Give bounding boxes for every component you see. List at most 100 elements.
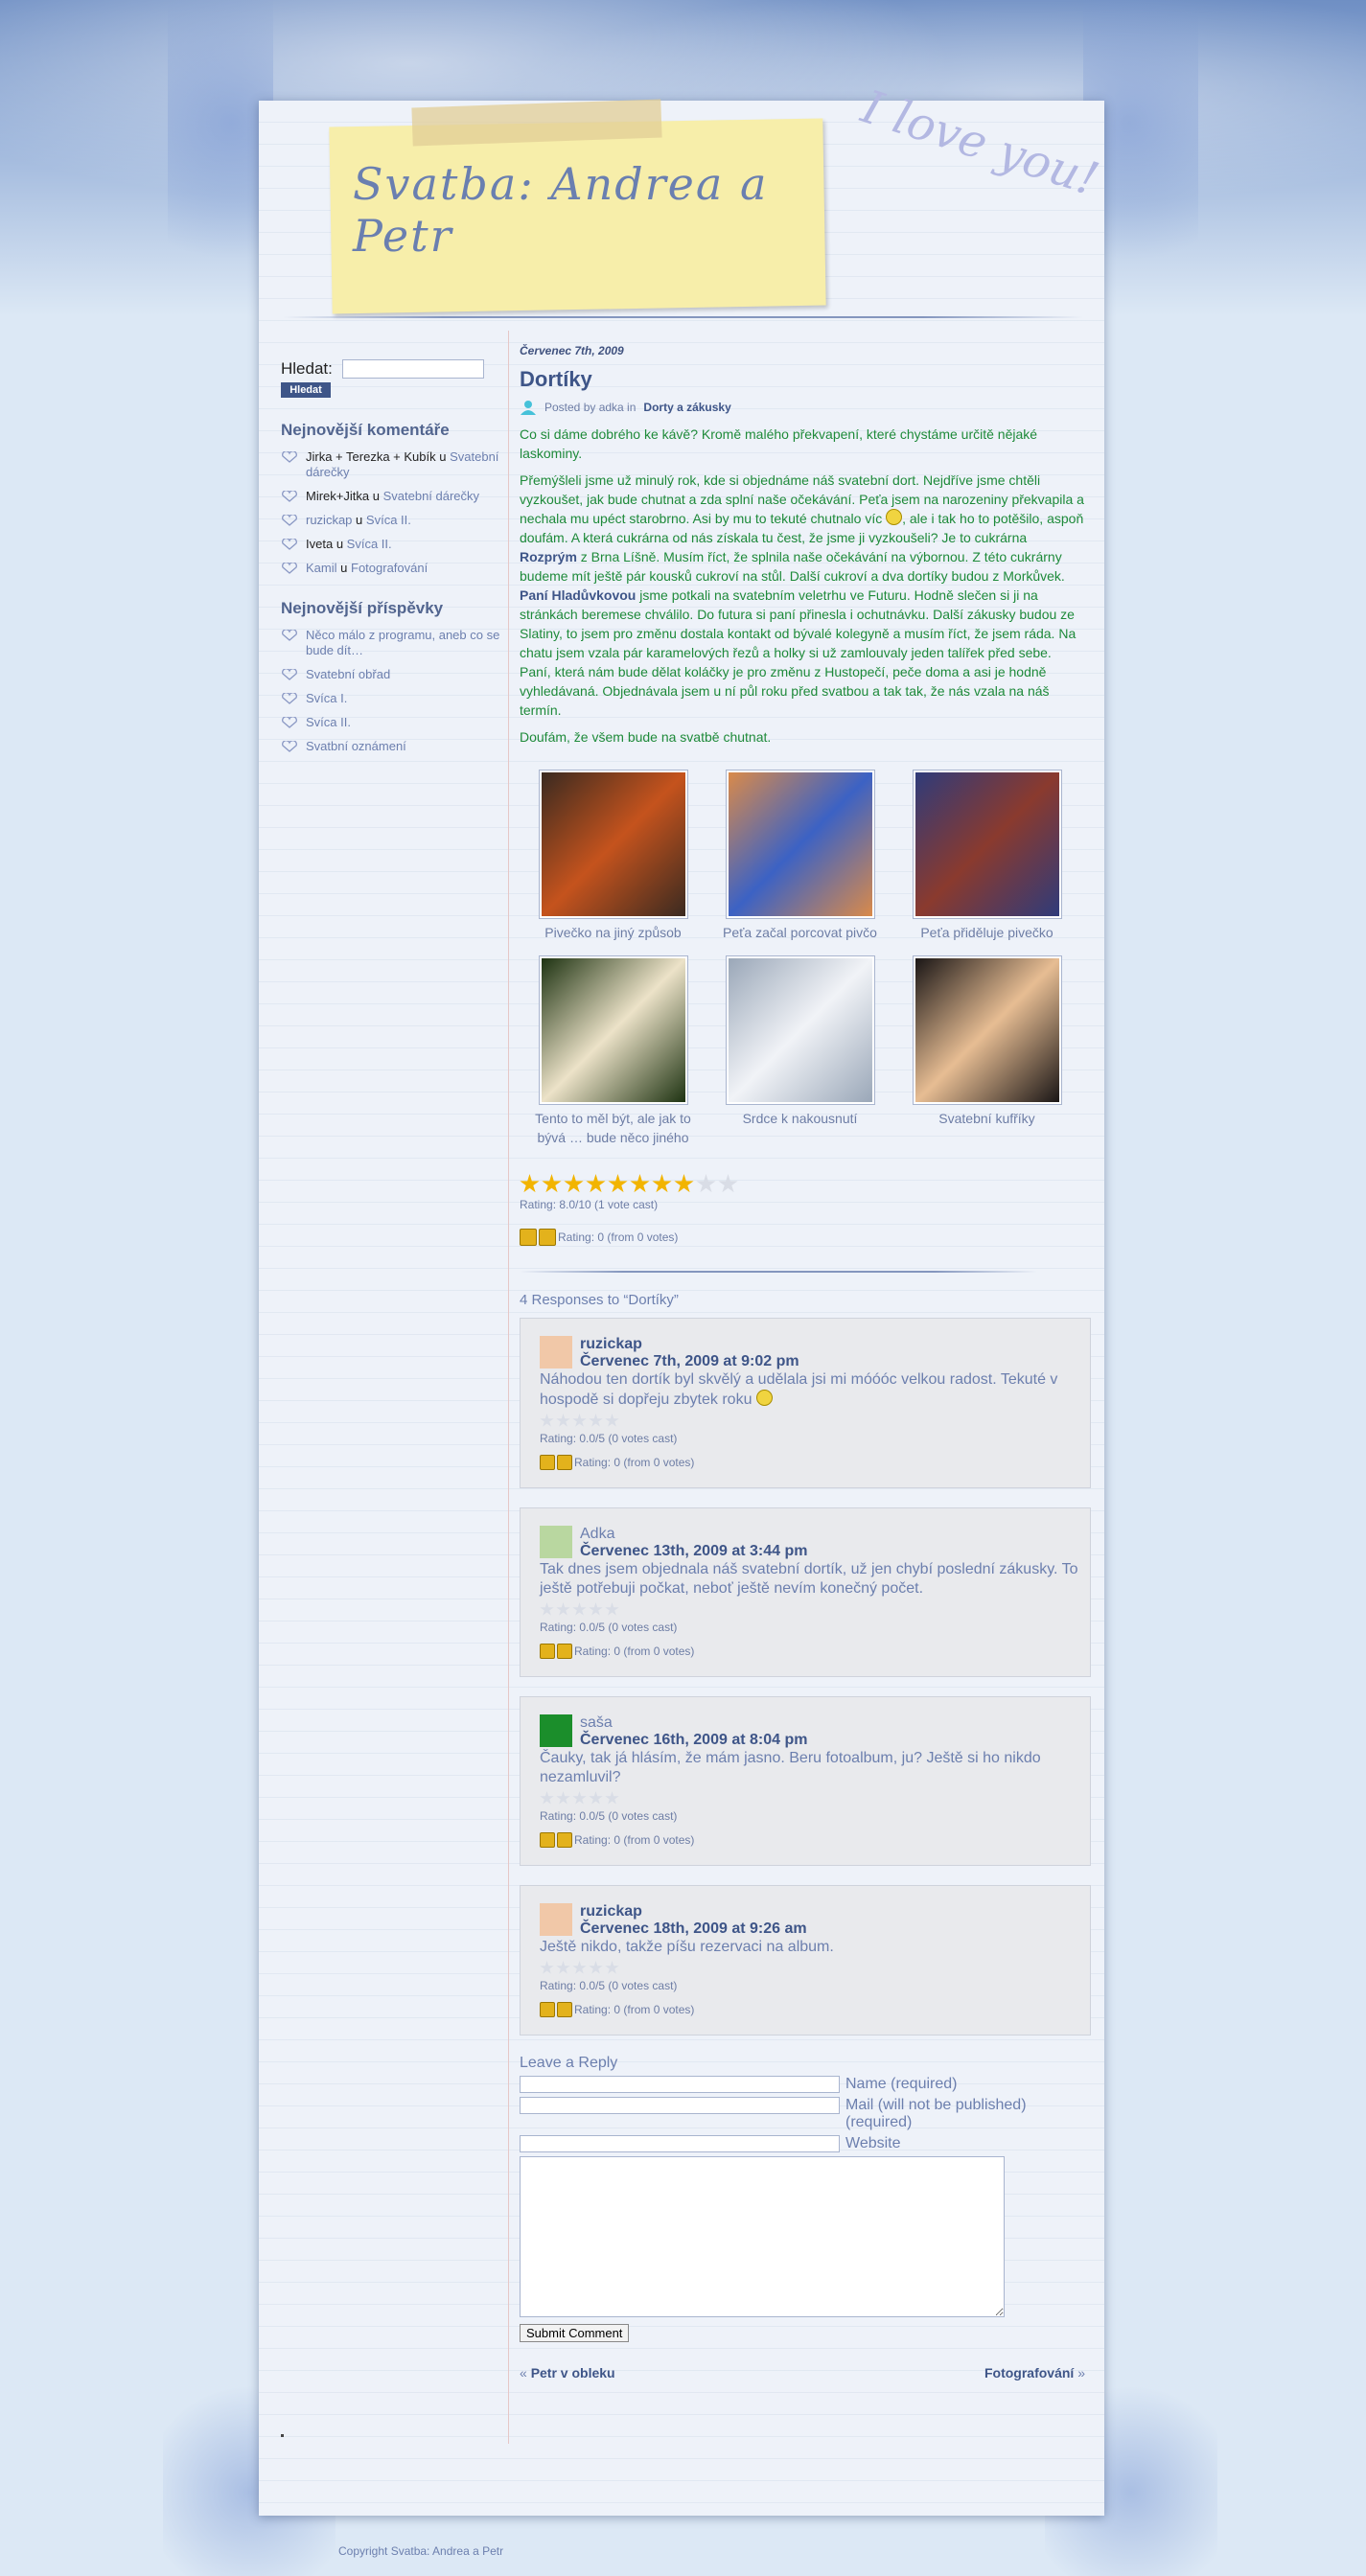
comment-text: Ještě nikdo, takže píšu rezervaci na alb… (540, 1938, 1080, 1957)
form-row-name: Name (required) (520, 2076, 1085, 2093)
comment-author: Iveta (306, 537, 334, 551)
comment-star-rating[interactable] (540, 1791, 1080, 1806)
rating-star-icon[interactable] (564, 1174, 584, 1193)
comment-author[interactable]: ruzickap (580, 1903, 807, 1920)
rating-star-icon[interactable] (605, 1791, 619, 1805)
rating-star-icon[interactable] (540, 1791, 554, 1805)
recent-post-link[interactable]: Svíca I. (306, 691, 347, 706)
thumbs-down-icon[interactable] (557, 1832, 572, 1848)
photo-gallery: Pivečko na jiný způsob Peťa začal porcov… (520, 770, 1085, 1147)
site-title[interactable]: Svatba: Andrea a Petr (353, 158, 813, 262)
search-input[interactable] (341, 359, 484, 379)
name-field[interactable] (520, 2076, 840, 2093)
thumbs-up-icon[interactable] (540, 1832, 555, 1848)
thumbs-up-icon[interactable] (540, 1455, 555, 1470)
comment-author: Jirka + Terezka + Kubík (306, 449, 436, 464)
next-post-link[interactable]: Fotografování » (984, 2365, 1085, 2380)
baker-name[interactable]: Paní Hladůvkovou (520, 587, 636, 603)
rating-star-icon[interactable] (674, 1174, 694, 1193)
rating-star-icon[interactable] (589, 1961, 603, 1974)
rating-star-icon[interactable] (608, 1174, 628, 1193)
rating-star-icon[interactable] (589, 1791, 603, 1805)
comment-star-rating[interactable] (540, 1414, 1080, 1428)
previous-post-link[interactable]: « Petr v obleku (520, 2365, 615, 2380)
rating-star-icon[interactable] (572, 1791, 587, 1805)
rating-star-icon[interactable] (540, 1414, 554, 1427)
recent-comments-heading: Nejnovější komentáře (281, 421, 450, 439)
rating-star-icon[interactable] (630, 1174, 650, 1193)
gallery-item[interactable]: Peťa začal porcovat pivčo (706, 770, 893, 942)
previous-post-title[interactable]: Petr v obleku (531, 2365, 615, 2380)
rating-star-icon[interactable] (589, 1414, 603, 1427)
next-post-title[interactable]: Fotografování (984, 2365, 1074, 2380)
rating-star-icon[interactable] (542, 1174, 562, 1193)
thumbs-up-icon[interactable] (540, 1644, 555, 1659)
rating-star-icon[interactable] (605, 1602, 619, 1616)
comment-star-rating[interactable] (540, 1961, 1080, 1975)
gallery-item[interactable]: Tento to měl být, ale jak to bývá … bude… (520, 955, 706, 1147)
rating-star-icon[interactable] (605, 1961, 619, 1974)
rating-star-icon[interactable] (540, 1602, 554, 1616)
rating-star-icon[interactable] (718, 1174, 738, 1193)
comment-post-link[interactable]: Svíca II. (347, 537, 392, 551)
comment-author-link[interactable]: ruzickap (306, 513, 352, 527)
rating-star-icon[interactable] (572, 1602, 587, 1616)
comment-textarea[interactable] (520, 2156, 1005, 2317)
comment-date-link[interactable]: Červenec 18th, 2009 at 9:26 am (580, 1920, 807, 1938)
comment-date-link[interactable]: Červenec 16th, 2009 at 8:04 pm (580, 1732, 807, 1749)
rating-star-icon[interactable] (589, 1602, 603, 1616)
thumbs-down-icon[interactable] (539, 1229, 556, 1246)
comment-post-link[interactable]: Svíca II. (366, 513, 411, 527)
website-field[interactable] (520, 2135, 840, 2152)
post-category-link[interactable]: Dorty a zákusky (643, 401, 730, 414)
submit-comment-button[interactable]: Submit Comment (520, 2324, 630, 2342)
gallery-item[interactable]: Svatební kufříky (893, 955, 1080, 1147)
thumbs-down-icon[interactable] (557, 2002, 572, 2017)
post-meta-prefix: Posted by adka in (544, 401, 637, 414)
thumbs-up-icon[interactable] (520, 1229, 537, 1246)
post-star-rating[interactable] (520, 1174, 1085, 1194)
gallery-thumbnail[interactable] (912, 955, 1062, 1105)
comment-post-link[interactable]: Svatební dárečky (383, 489, 479, 503)
gallery-thumbnail[interactable] (538, 770, 688, 919)
comment-author[interactable]: ruzickap (580, 1336, 799, 1353)
thumbs-up-icon[interactable] (540, 2002, 555, 2017)
rating-star-icon[interactable] (556, 1791, 570, 1805)
gallery-caption: Tento to měl být, ale jak to bývá … bude… (535, 1111, 691, 1145)
rating-star-icon[interactable] (556, 1602, 570, 1616)
recent-post-link[interactable]: Svíca II. (306, 715, 351, 730)
thumbs-down-icon[interactable] (557, 1644, 572, 1659)
thumbs-down-icon[interactable] (557, 1455, 572, 1470)
comment-date-link[interactable]: Červenec 13th, 2009 at 3:44 pm (580, 1543, 807, 1560)
mail-field[interactable] (520, 2097, 840, 2114)
rating-star-icon[interactable] (572, 1961, 587, 1974)
search-button[interactable]: Hledat (281, 382, 331, 398)
recent-post-link[interactable]: Něco málo z programu, aneb co se bude dí… (306, 628, 501, 658)
comment-star-rating[interactable] (540, 1602, 1080, 1617)
gallery-thumbnail[interactable] (538, 955, 688, 1105)
comment-sep: u (372, 489, 380, 503)
comment-date-link[interactable]: Červenec 7th, 2009 at 9:02 pm (580, 1353, 799, 1370)
gallery-thumbnail[interactable] (725, 770, 875, 919)
comment-author-link[interactable]: Kamil (306, 561, 337, 575)
shop-link[interactable]: Rozprým (520, 549, 577, 564)
rating-star-icon[interactable] (605, 1414, 619, 1427)
recent-post-link[interactable]: Svatbní oznámení (306, 739, 406, 754)
rating-star-icon[interactable] (586, 1174, 606, 1193)
recent-post-link[interactable]: Svatební obřad (306, 667, 390, 682)
rating-star-icon[interactable] (572, 1414, 587, 1427)
rating-star-icon[interactable] (556, 1961, 570, 1974)
gallery-item[interactable]: Peťa přiděluje pivečko (893, 770, 1080, 942)
rating-star-icon[interactable] (520, 1174, 540, 1193)
gallery-thumbnail[interactable] (725, 955, 875, 1105)
rating-star-icon[interactable] (696, 1174, 716, 1193)
gallery-thumbnail[interactable] (912, 770, 1062, 919)
rating-star-icon[interactable] (540, 1961, 554, 1974)
gallery-item[interactable]: Srdce k nakousnutí (706, 955, 893, 1147)
rating-star-icon[interactable] (556, 1414, 570, 1427)
rating-star-icon[interactable] (652, 1174, 672, 1193)
gallery-item[interactable]: Pivečko na jiný způsob (520, 770, 706, 942)
comment-text: Čauky, tak já hlásím, že mám jasno. Beru… (540, 1749, 1080, 1787)
post-title[interactable]: Dortíky (520, 367, 1085, 392)
comment-post-link[interactable]: Fotografování (351, 561, 428, 575)
